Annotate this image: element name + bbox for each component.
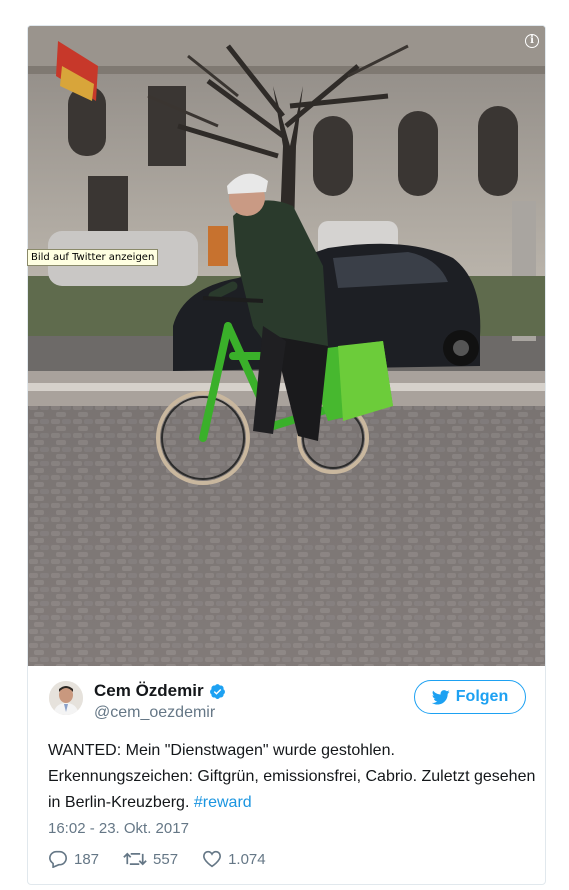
heart-icon — [203, 850, 222, 868]
retweet-count: 557 — [153, 850, 179, 868]
info-icon[interactable]: i — [525, 34, 539, 48]
retweet-icon — [123, 852, 147, 866]
retweet-action[interactable]: 557 — [123, 850, 178, 868]
like-count: 1.074 — [228, 850, 266, 868]
avatar-image — [49, 681, 83, 715]
verified-badge-icon — [209, 683, 225, 699]
tweet-body: Cem Özdemir @cem_oezdemir Folgen WANTED:… — [28, 666, 545, 884]
hashtag-link[interactable]: #reward — [194, 794, 252, 811]
tweet-photo[interactable]: i — [28, 26, 545, 666]
avatar[interactable] — [49, 681, 83, 715]
author-name-row[interactable]: Cem Özdemir — [94, 681, 226, 701]
embedded-tweet-card: i Cem Özdemir @cem_oezdemir Folgen WANTE… — [27, 25, 546, 885]
reply-icon — [48, 850, 68, 868]
like-action[interactable]: 1.074 — [202, 850, 266, 868]
view-on-twitter-tooltip: Bild auf Twitter anzeigen — [27, 249, 159, 266]
tweet-text-main: WANTED: Mein "Dienstwagen" wurde gestohl… — [48, 742, 536, 811]
tweet-text: WANTED: Mein "Dienstwagen" wurde gestohl… — [48, 738, 538, 816]
reply-action[interactable]: 187 — [48, 850, 99, 868]
author-display-name[interactable]: Cem Özdemir — [94, 681, 204, 701]
reply-count: 187 — [74, 850, 100, 868]
author-handle[interactable]: @cem_oezdemir — [94, 704, 215, 722]
follow-label: Folgen — [455, 688, 509, 705]
twitter-bird-icon — [431, 689, 450, 705]
follow-button[interactable]: Folgen — [414, 680, 526, 714]
photo-scene — [28, 26, 545, 666]
tweet-actions: 187 557 1.074 — [48, 850, 290, 868]
tweet-timestamp[interactable]: 16:02 - 23. Okt. 2017 — [48, 820, 189, 837]
